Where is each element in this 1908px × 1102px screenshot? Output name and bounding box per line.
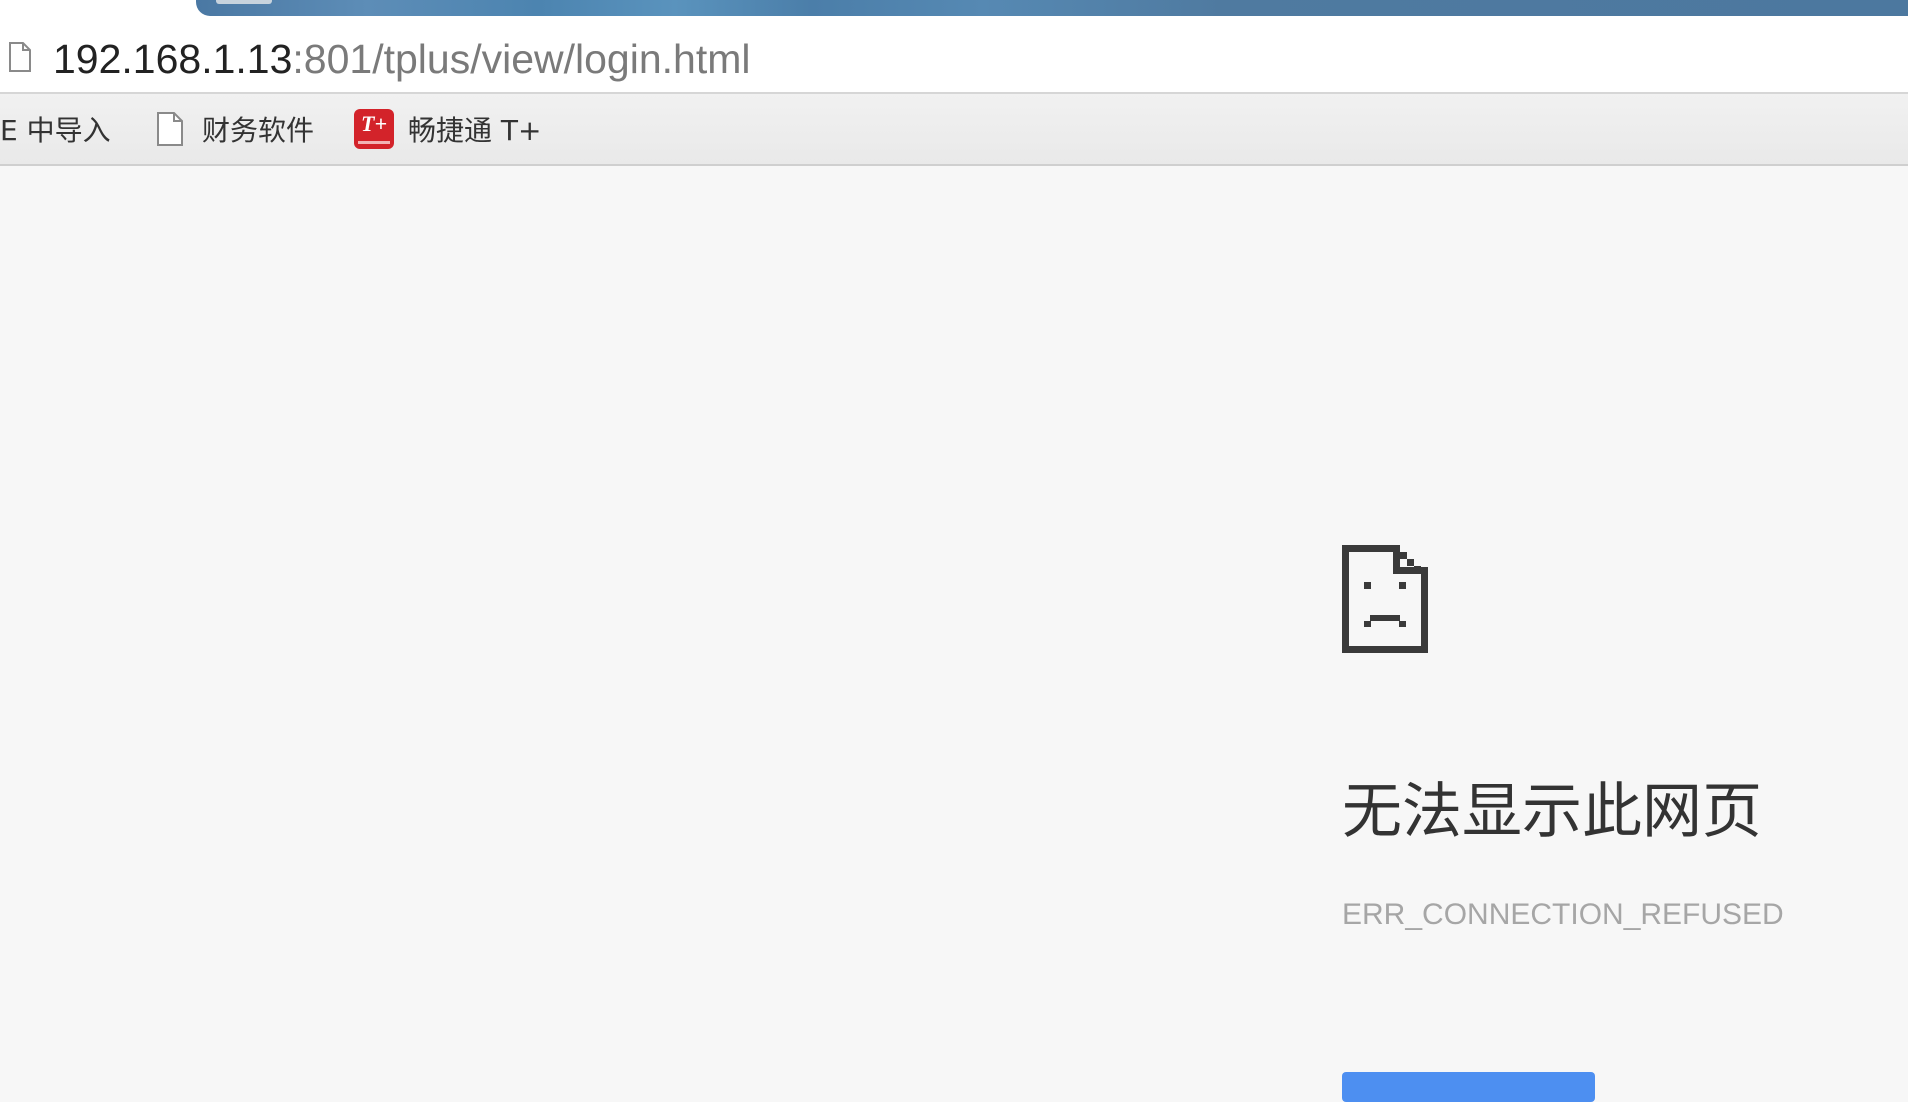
url-host: 192.168.1.13 (53, 36, 293, 82)
bookmark-import[interactable]: E 中导入 (0, 94, 111, 164)
bookmark-finance-software[interactable]: 财务软件 (156, 94, 314, 164)
bookmark-label: 畅捷通 T+ (408, 114, 542, 147)
error-code: ERR_CONNECTION_REFUSED (1342, 898, 1784, 931)
bookmark-label: E 中导入 (0, 114, 111, 147)
omnibox[interactable]: 192.168.1.13:801/tplus/view/login.html (0, 24, 1908, 94)
url-text[interactable]: 192.168.1.13:801/tplus/view/login.html (53, 34, 750, 84)
tplus-logo-icon: T+ (354, 109, 394, 149)
bookmark-label: 财务软件 (202, 114, 315, 147)
page-icon (9, 42, 31, 72)
reload-button[interactable] (1342, 1072, 1595, 1102)
bookmarks-bar: E 中导入 财务软件 T+ 畅捷通 T+ (0, 94, 1908, 166)
tab-favicon-area (216, 0, 272, 4)
error-title: 无法显示此网页 (1342, 777, 1762, 847)
url-path: :801/tplus/view/login.html (292, 36, 751, 82)
bookmark-tplus[interactable]: T+ 畅捷通 T+ (354, 94, 541, 164)
tab-strip (0, 0, 1908, 24)
active-tab[interactable] (196, 0, 1908, 16)
sad-page-icon (1342, 545, 1428, 653)
error-page (0, 166, 1908, 1080)
page-icon (157, 112, 183, 146)
